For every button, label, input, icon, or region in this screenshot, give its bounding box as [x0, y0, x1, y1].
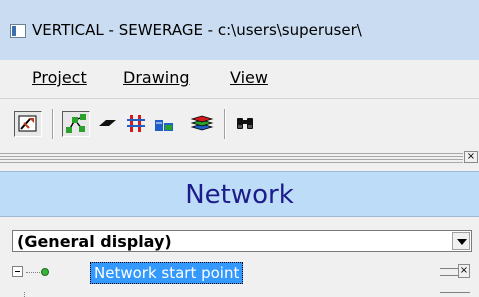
app-icon[interactable]	[10, 24, 26, 38]
profile-button[interactable]	[123, 111, 151, 137]
menu-bar: Project Drawing View	[0, 60, 479, 99]
toolbar-separator	[52, 109, 54, 139]
menu-view[interactable]: View	[230, 68, 268, 87]
layers-button[interactable]	[189, 111, 217, 137]
panel-header: Network	[0, 171, 479, 217]
divider	[440, 292, 470, 293]
blocks-button[interactable]	[152, 111, 180, 137]
find-button[interactable]	[232, 111, 260, 137]
tree-connector	[26, 272, 40, 273]
panel-close-button[interactable]: ×	[464, 151, 478, 163]
blocks-icon	[155, 120, 173, 131]
menu-drawing[interactable]: Drawing	[123, 68, 190, 87]
close-icon: ×	[466, 151, 476, 162]
tree-connector	[24, 292, 27, 297]
chevron-down-icon[interactable]	[452, 232, 470, 250]
menu-project-label: Project	[32, 68, 87, 87]
collapse-icon[interactable]	[12, 266, 23, 277]
menu-view-label: View	[230, 68, 268, 87]
preview-icon	[18, 115, 37, 132]
menu-project[interactable]: Project	[32, 68, 87, 87]
close-icon[interactable]: ×	[458, 264, 470, 278]
node-dot-icon	[41, 268, 49, 276]
menu-drawing-label: Drawing	[123, 68, 190, 87]
toolbar	[0, 99, 479, 147]
network-button[interactable]	[62, 111, 90, 137]
display-select-value: (General display)	[17, 232, 172, 251]
window-title: VERTICAL - SEWERAGE - c:\users\superuser…	[32, 21, 362, 39]
subpanel-close-button[interactable]: ×	[440, 264, 470, 280]
display-select[interactable]: (General display)	[12, 230, 472, 252]
preview-button[interactable]	[14, 111, 42, 137]
panel-grip[interactable]	[0, 153, 463, 163]
toolbar-separator	[224, 109, 226, 139]
tree-item-label[interactable]: Network start point	[90, 262, 244, 284]
profile-icon	[127, 115, 145, 132]
panel-title: Network	[185, 180, 294, 210]
network-icon	[66, 114, 86, 133]
surface-icon	[99, 120, 116, 126]
title-bar: VERTICAL - SEWERAGE - c:\users\superuser…	[0, 0, 479, 60]
binoculars-icon	[237, 118, 253, 129]
grip-icon	[440, 268, 458, 276]
surface-button[interactable]	[93, 111, 121, 137]
layers-icon	[190, 115, 214, 131]
tree-item[interactable]: Network start point	[12, 262, 472, 284]
